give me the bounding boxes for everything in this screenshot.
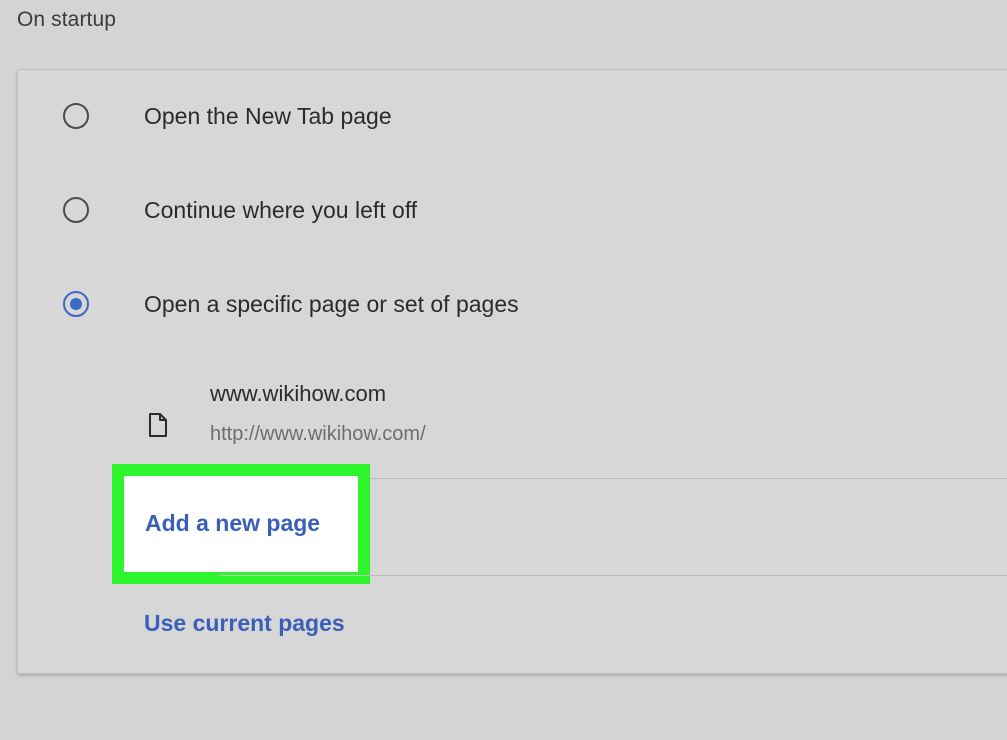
startup-settings-card: Open the New Tab page Continue where you…: [17, 69, 1007, 674]
highlight-box: Add a new page: [112, 464, 370, 584]
option-label: Open a specific page or set of pages: [144, 291, 519, 317]
add-new-page-link[interactable]: Add a new page: [145, 510, 320, 537]
page-icon: [149, 413, 167, 437]
startup-page-entry: www.wikihow.com http://www.wikihow.com/: [18, 372, 1007, 472]
radio-button-continue[interactable]: [63, 197, 89, 223]
section-title: On startup: [17, 8, 117, 31]
divider: [218, 575, 1007, 576]
radio-button-open-new-tab[interactable]: [63, 103, 89, 129]
page-url: http://www.wikihow.com/: [210, 423, 426, 445]
option-label: Open the New Tab page: [144, 103, 392, 129]
option-label: Continue where you left off: [144, 197, 418, 223]
radio-button-specific-pages[interactable]: [63, 291, 89, 317]
option-open-specific-pages[interactable]: Open a specific page or set of pages: [18, 274, 1007, 334]
option-continue-where-left-off[interactable]: Continue where you left off: [18, 180, 1007, 240]
option-open-new-tab[interactable]: Open the New Tab page: [18, 86, 1007, 146]
page-title: www.wikihow.com: [210, 381, 387, 406]
use-current-pages-link[interactable]: Use current pages: [144, 610, 345, 637]
